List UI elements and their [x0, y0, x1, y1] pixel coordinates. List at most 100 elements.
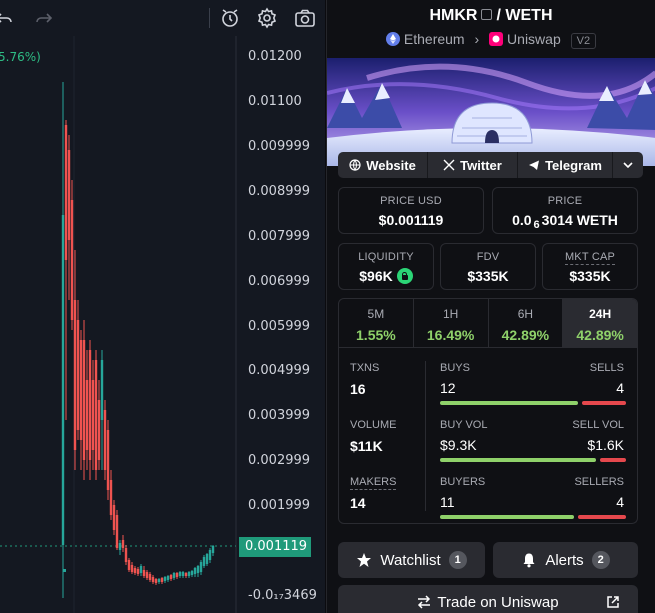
candle-body	[94, 360, 98, 470]
sells-label: SELLS	[589, 362, 624, 374]
price-chart[interactable]: 5.76%) 0.01200 0.01100 0.009999 0.008999…	[0, 0, 325, 613]
chevron-down-icon	[623, 162, 633, 169]
sellers-bar	[577, 515, 626, 519]
candle-body	[91, 380, 95, 450]
price-native-zero-count: 6	[533, 219, 540, 231]
globe-icon	[349, 159, 361, 171]
tab-5m[interactable]: 5M 1.55%	[339, 299, 414, 347]
website-link[interactable]: Website	[338, 152, 428, 178]
price-usd-card: PRICE USD $0.001119	[338, 187, 484, 234]
bell-icon	[523, 553, 535, 568]
tab-change: 42.89%	[501, 327, 550, 343]
watchlist-button[interactable]: Watchlist 1	[338, 542, 485, 578]
star-icon	[357, 553, 372, 567]
candle-body	[157, 579, 161, 582]
candle-body	[97, 400, 101, 460]
candle-body	[208, 550, 212, 560]
candle-body	[151, 577, 155, 582]
external-link-icon	[607, 596, 619, 608]
candle-body	[79, 340, 83, 440]
candle-body	[63, 569, 66, 572]
website-label: Website	[366, 157, 416, 173]
timeframe-tabs: 5M 1.55% 1H 16.49% 6H 42.89% 24H 42.89%	[338, 298, 638, 348]
chevron-right-icon: ›	[474, 31, 480, 47]
candle-body	[145, 572, 149, 578]
y-tick: 0.001999	[248, 498, 311, 513]
candle-body	[178, 572, 182, 576]
liquidity-value-row: $96K	[339, 268, 433, 284]
makers-value: 14	[350, 495, 366, 511]
price-usd-label: PRICE USD	[380, 195, 442, 207]
ethereum-icon	[385, 32, 400, 46]
sell-vol-bar	[600, 458, 626, 462]
sells-value: 4	[616, 380, 624, 396]
trade-on-uniswap-button[interactable]: Trade on Uniswap	[338, 585, 638, 613]
more-links-button[interactable]	[613, 152, 643, 178]
chain-name[interactable]: Ethereum	[404, 31, 465, 47]
volume-value: $11K	[350, 438, 383, 454]
candle-body	[139, 566, 143, 573]
y-tick: 0.009999	[248, 139, 311, 154]
y-tick: 0.003999	[248, 408, 311, 423]
alerts-button[interactable]: Alerts 2	[493, 542, 638, 578]
market-cap-card: MKT CAP $335K	[542, 243, 638, 290]
price-native-card: PRICE 0.0 6 3014 WETH	[492, 187, 638, 234]
candle-body	[85, 380, 89, 450]
candle-body	[109, 480, 113, 515]
candle-body	[127, 560, 131, 570]
candle-body	[124, 548, 128, 562]
candle-body	[73, 300, 77, 450]
price-native-prefix: 0.0	[512, 212, 532, 228]
buys-bar	[440, 401, 578, 405]
token-banner	[327, 58, 655, 166]
base-symbol: HMKR	[429, 7, 478, 24]
watchlist-count: 1	[448, 551, 467, 569]
buyers-label: BUYERS	[440, 476, 486, 488]
watchlist-label: Watchlist	[380, 551, 441, 569]
alerts-label: Alerts	[545, 551, 584, 569]
candle-body	[136, 569, 140, 574]
pair-title: HMKR / WETH	[327, 7, 655, 25]
txns-value: 16	[350, 381, 366, 397]
sell-vol-label: SELL VOL	[572, 419, 624, 431]
candle-body	[142, 570, 146, 576]
y-tick: 0.006999	[248, 274, 311, 289]
tab-label: 24H	[589, 307, 612, 321]
candle-body	[61, 215, 65, 545]
tab-6h[interactable]: 6H 42.89%	[489, 299, 564, 347]
makers-label: MAKERS	[350, 476, 397, 490]
y-tick: 0.007999	[248, 229, 311, 244]
y-tick: 0.01100	[248, 94, 302, 109]
buys-label: BUYS	[440, 362, 470, 374]
telegram-link[interactable]: Telegram	[518, 152, 613, 178]
candle-body	[103, 410, 107, 470]
market-cap-label-text[interactable]: MKT CAP	[564, 251, 616, 265]
twitter-link[interactable]: Twitter	[428, 152, 518, 178]
buys-value: 12	[440, 380, 456, 396]
dex-name[interactable]: Uniswap	[507, 31, 561, 47]
candle-body	[148, 574, 152, 580]
chain-row: Ethereum › Uniswap V2	[327, 31, 655, 49]
market-cap-label: MKT CAP	[543, 251, 637, 265]
candle-body	[100, 360, 104, 420]
candle-body	[169, 575, 173, 579]
candle-body	[154, 579, 158, 583]
tab-change: 42.89%	[576, 327, 624, 343]
buyers-bar	[440, 515, 574, 519]
candle-body	[184, 573, 188, 576]
copy-icon[interactable]	[481, 9, 493, 20]
candle-body	[196, 566, 200, 573]
uniswap-icon	[489, 32, 504, 46]
tab-24h[interactable]: 24H 42.89%	[563, 299, 637, 347]
candle-body	[88, 350, 92, 460]
trade-stats: TXNS 16 BUYS 12 SELLS 4 VOLUME $11K BUY …	[338, 347, 638, 524]
pair-separator: /	[496, 7, 501, 24]
lock-icon[interactable]	[396, 268, 413, 284]
tab-1h[interactable]: 1H 16.49%	[414, 299, 489, 347]
candle-body	[82, 340, 86, 460]
candle-body	[205, 554, 209, 564]
buy-vol-value: $9.3K	[440, 437, 477, 453]
y-tick: 0.01200	[248, 49, 302, 64]
tab-label: 6H	[517, 307, 534, 321]
tab-change: 1.55%	[356, 327, 396, 343]
